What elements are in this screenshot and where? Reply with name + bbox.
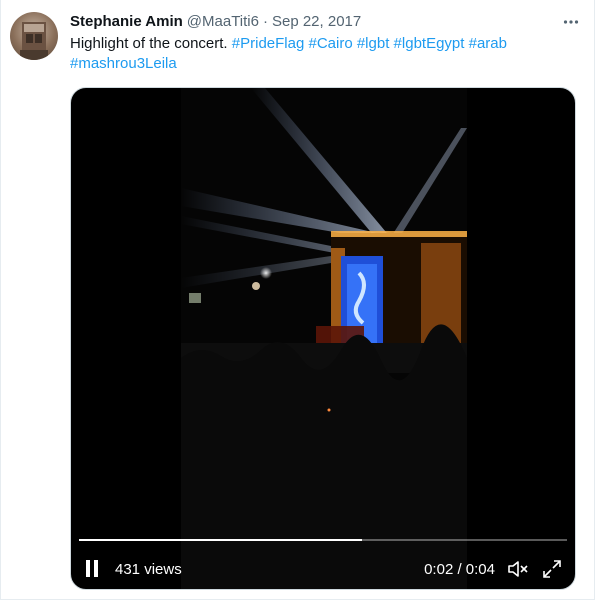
- hashtag-link[interactable]: #lgbt: [357, 35, 390, 52]
- fullscreen-button[interactable]: [541, 558, 563, 580]
- more-options-button[interactable]: [561, 12, 581, 32]
- author-name[interactable]: Stephanie Amin: [70, 12, 183, 32]
- tweet-header: Stephanie Amin @MaaTiti6 · Sep 22, 2017: [70, 12, 361, 32]
- expand-icon: [543, 560, 561, 578]
- progress-bar[interactable]: [79, 539, 567, 541]
- tweet-date[interactable]: Sep 22, 2017: [272, 12, 361, 32]
- mute-button[interactable]: [507, 559, 529, 579]
- tweet-text: Highlight of the concert. #PrideFlag #Ca…: [70, 34, 530, 74]
- time-display: 0:02 / 0:04: [424, 561, 495, 578]
- hashtag-link[interactable]: #PrideFlag: [232, 35, 305, 52]
- pause-button[interactable]: [85, 560, 101, 578]
- hashtag-link[interactable]: #lgbtEgypt: [394, 35, 465, 52]
- speaker-muted-icon: [508, 561, 528, 577]
- video-frame[interactable]: [181, 88, 467, 589]
- pause-icon: [94, 560, 98, 577]
- pause-icon: [86, 560, 90, 577]
- hashtag-link[interactable]: #Cairo: [308, 35, 352, 52]
- separator-dot: ·: [262, 13, 268, 30]
- progress-fill: [79, 539, 363, 541]
- hashtag-link[interactable]: #arab: [469, 35, 507, 52]
- video-player[interactable]: 431 views 0:02 / 0:04: [70, 87, 576, 590]
- video-controls: 431 views 0:02 / 0:04: [71, 554, 575, 584]
- author-handle[interactable]: @MaaTiti6: [187, 12, 259, 32]
- view-count: 431 views: [115, 561, 182, 578]
- hashtag-link[interactable]: #mashrou3Leila: [70, 55, 177, 72]
- more-horizontal-icon: [563, 20, 579, 24]
- tweet-text-plain: Highlight of the concert.: [70, 35, 228, 52]
- avatar[interactable]: [10, 12, 58, 60]
